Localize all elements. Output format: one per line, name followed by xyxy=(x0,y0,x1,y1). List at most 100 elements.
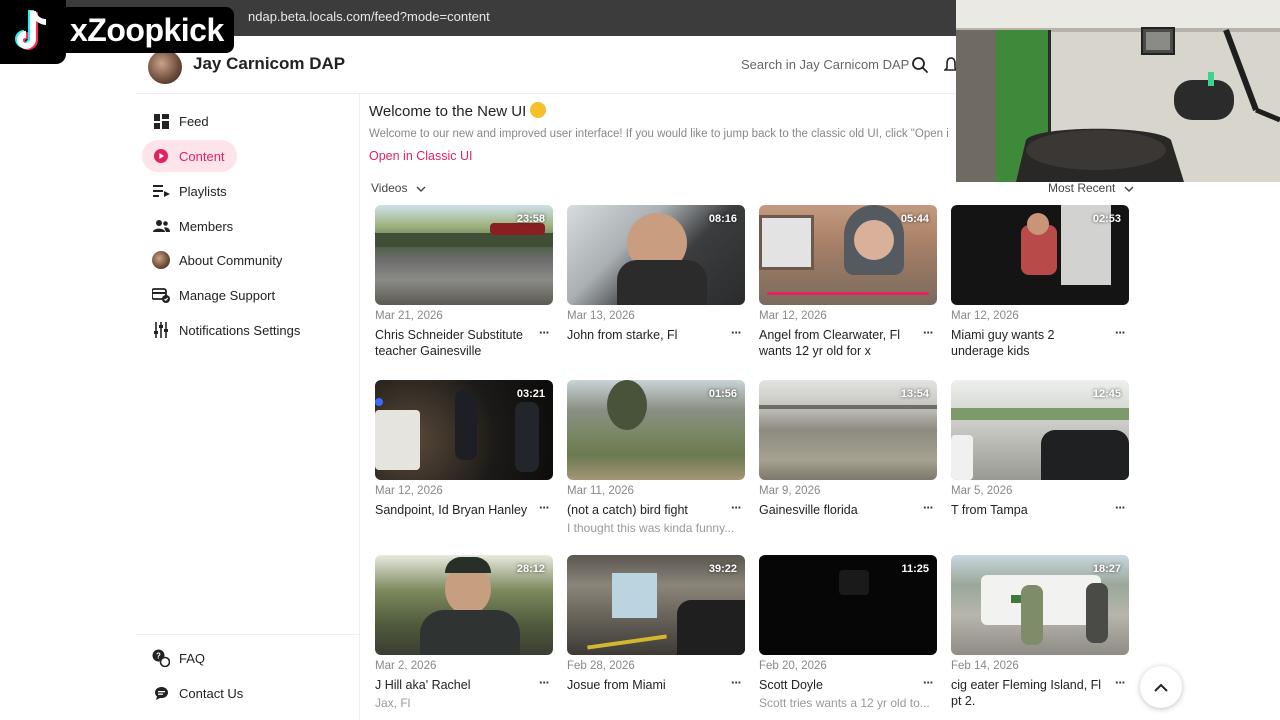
video-thumbnail[interactable]: 12:45 xyxy=(951,380,1129,480)
video-duration: 18:27 xyxy=(1092,563,1121,575)
video-thumbnail[interactable]: 03:21 xyxy=(375,380,553,480)
video-card[interactable]: 05:44 Mar 12, 2026 Angel from Clearwater… xyxy=(759,205,937,358)
video-date: Feb 20, 2026 xyxy=(759,660,827,672)
video-thumbnail[interactable]: 11:25 xyxy=(759,555,937,655)
welcome-title: Welcome to the New UI xyxy=(369,102,547,120)
watch-progress-bar xyxy=(767,292,929,295)
open-classic-ui-link[interactable]: Open in Classic UI xyxy=(369,149,473,163)
sidebar-item-members[interactable]: Members xyxy=(142,210,245,242)
sort-dropdown[interactable]: Most Recent xyxy=(1048,181,1134,195)
more-options-icon[interactable]: ··· xyxy=(539,325,550,340)
video-card[interactable]: 01:56 Mar 11, 2026 (not a catch) bird fi… xyxy=(567,380,745,535)
sidebar: Feed Content Playlists Members About Com… xyxy=(136,94,360,720)
video-card[interactable]: 18:27 Feb 14, 2026 cig eater Fleming Isl… xyxy=(951,555,1129,708)
video-title[interactable]: Chris Schneider Substitute teacher Gaine… xyxy=(375,327,533,359)
video-description: Scott tries wants a 12 yr old to... xyxy=(759,696,930,710)
video-card[interactable]: 11:25 Feb 20, 2026 Scott Doyle ··· Scott… xyxy=(759,555,937,710)
video-duration: 03:21 xyxy=(516,388,545,400)
more-options-icon[interactable]: ··· xyxy=(539,675,550,690)
chat-icon xyxy=(152,684,170,702)
svg-text:?: ? xyxy=(156,652,161,661)
community-avatar[interactable] xyxy=(148,50,182,84)
video-thumbnail[interactable]: 08:16 xyxy=(567,205,745,305)
video-duration: 02:53 xyxy=(1092,213,1121,225)
sidebar-item-faq[interactable]: ? FAQ xyxy=(142,642,217,674)
video-title[interactable]: Miami guy wants 2 underage kids xyxy=(951,327,1109,359)
video-duration: 08:16 xyxy=(708,213,737,225)
more-options-icon[interactable]: ··· xyxy=(1115,500,1126,515)
sidebar-item-label: FAQ xyxy=(179,650,206,666)
sidebar-item-feed[interactable]: Feed xyxy=(142,105,221,137)
video-title[interactable]: Josue from Miami xyxy=(567,677,725,693)
video-thumbnail[interactable]: 01:56 xyxy=(567,380,745,480)
video-title[interactable]: J Hill aka' Rachel xyxy=(375,677,533,693)
video-description: I thought this was kinda funny... xyxy=(567,521,735,535)
video-card[interactable]: 28:12 Mar 2, 2026 J Hill aka' Rachel ···… xyxy=(375,555,553,710)
sidebar-item-about-community[interactable]: About Community xyxy=(142,244,294,276)
tiktok-icon xyxy=(15,10,46,50)
url-text[interactable]: ndap.beta.locals.com/feed?mode=content xyxy=(248,9,490,24)
video-date: Feb 28, 2026 xyxy=(567,660,635,672)
community-name[interactable]: Jay Carnicom DAP xyxy=(193,54,345,74)
video-date: Mar 11, 2026 xyxy=(567,485,634,497)
video-date: Mar 12, 2026 xyxy=(375,485,443,497)
video-title[interactable]: (not a catch) bird fight xyxy=(567,502,725,518)
search-icon[interactable] xyxy=(911,56,929,74)
more-options-icon[interactable]: ··· xyxy=(1115,325,1126,340)
more-options-icon[interactable]: ··· xyxy=(1115,675,1126,690)
sidebar-item-content[interactable]: Content xyxy=(142,140,237,172)
more-options-icon[interactable]: ··· xyxy=(539,500,550,515)
video-date: Mar 9, 2026 xyxy=(759,485,821,497)
video-duration: 23:58 xyxy=(516,213,545,225)
sidebar-item-manage-support[interactable]: Manage Support xyxy=(142,279,287,311)
video-title[interactable]: cig eater Fleming Island, Fl pt 2. xyxy=(951,677,1109,709)
video-title[interactable]: Gainesville florida xyxy=(759,502,917,518)
more-options-icon[interactable]: ··· xyxy=(923,675,934,690)
video-title[interactable]: John from starke, Fl xyxy=(567,327,725,343)
faq-icon: ? xyxy=(152,649,170,667)
more-options-icon[interactable]: ··· xyxy=(923,500,934,515)
video-card[interactable]: 13:54 Mar 9, 2026 Gainesville florida ··… xyxy=(759,380,937,517)
chevron-up-icon xyxy=(1154,683,1168,692)
chevron-down-icon xyxy=(1124,186,1134,192)
video-title[interactable]: Sandpoint, Id Bryan Hanley xyxy=(375,502,533,518)
video-date: Mar 2, 2026 xyxy=(375,660,437,672)
video-title[interactable]: Scott Doyle xyxy=(759,677,917,693)
video-thumbnail[interactable]: 39:22 xyxy=(567,555,745,655)
more-options-icon[interactable]: ··· xyxy=(731,675,742,690)
sidebar-item-label: Contact Us xyxy=(179,685,244,701)
sidebar-item-label: Manage Support xyxy=(179,287,276,303)
scroll-to-top-button[interactable] xyxy=(1140,666,1182,708)
video-date: Mar 12, 2026 xyxy=(759,310,827,322)
video-thumbnail[interactable]: 28:12 xyxy=(375,555,553,655)
more-options-icon[interactable]: ··· xyxy=(731,500,742,515)
screen: ndap.beta.locals.com/feed?mode=content J… xyxy=(0,0,1280,720)
sidebar-item-contact-us[interactable]: Contact Us xyxy=(142,677,255,709)
video-card[interactable]: 02:53 Mar 12, 2026 Miami guy wants 2 und… xyxy=(951,205,1129,358)
video-thumbnail[interactable]: 13:54 xyxy=(759,380,937,480)
content-type-filter[interactable]: Videos xyxy=(371,181,426,195)
video-duration: 05:44 xyxy=(900,213,929,225)
chevron-down-icon xyxy=(416,186,426,192)
video-card[interactable]: 12:45 Mar 5, 2026 T from Tampa ··· xyxy=(951,380,1129,517)
video-card[interactable]: 39:22 Feb 28, 2026 Josue from Miami ··· xyxy=(567,555,745,692)
sidebar-item-playlists[interactable]: Playlists xyxy=(142,175,239,207)
filter-label: Videos xyxy=(371,181,408,195)
video-title[interactable]: Angel from Clearwater, Fl wants 12 yr ol… xyxy=(759,327,917,359)
video-card[interactable]: 23:58 Mar 21, 2026 Chris Schneider Subst… xyxy=(375,205,553,358)
video-thumbnail[interactable]: 23:58 xyxy=(375,205,553,305)
more-options-icon[interactable]: ··· xyxy=(923,325,934,340)
community-header: Jay Carnicom DAP Search in Jay Carnicom … xyxy=(136,36,958,94)
video-thumbnail[interactable]: 02:53 xyxy=(951,205,1129,305)
sidebar-item-notifications-settings[interactable]: Notifications Settings xyxy=(142,314,312,346)
more-options-icon[interactable]: ··· xyxy=(731,325,742,340)
members-icon xyxy=(152,217,170,235)
video-thumbnail[interactable]: 05:44 xyxy=(759,205,937,305)
video-card[interactable]: 08:16 Mar 13, 2026 John from starke, Fl … xyxy=(567,205,745,342)
sidebar-item-label: Notifications Settings xyxy=(179,322,301,338)
video-duration: 28:12 xyxy=(516,563,545,575)
video-thumbnail[interactable]: 18:27 xyxy=(951,555,1129,655)
search-input[interactable]: Search in Jay Carnicom DAP xyxy=(741,57,909,72)
video-card[interactable]: 03:21 Mar 12, 2026 Sandpoint, Id Bryan H… xyxy=(375,380,553,517)
video-title[interactable]: T from Tampa xyxy=(951,502,1109,518)
